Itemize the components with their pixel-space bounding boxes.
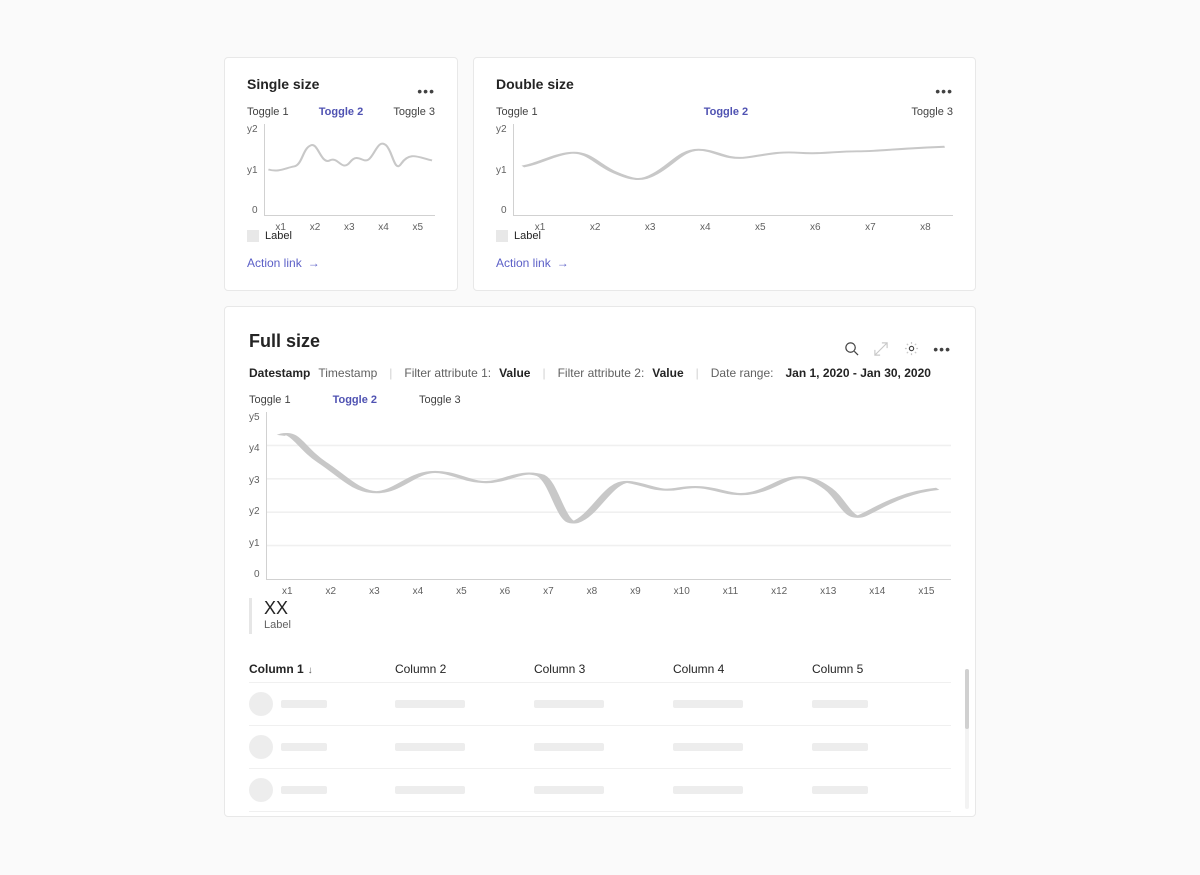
- toggle-2[interactable]: Toggle 2: [319, 106, 363, 118]
- column-header-5[interactable]: Column 5: [812, 662, 951, 676]
- column-header-2[interactable]: Column 2: [395, 662, 534, 676]
- toggle-1[interactable]: Toggle 1: [496, 106, 574, 118]
- avatar-placeholder: [249, 778, 273, 802]
- card-full: Full size ••• Datestamp Timestamp | Filt…: [224, 306, 976, 817]
- action-link[interactable]: Action link →: [247, 256, 320, 270]
- table-row[interactable]: [249, 769, 951, 812]
- filter-datestamp[interactable]: Datestamp: [249, 366, 310, 380]
- filter-bar: Datestamp Timestamp | Filter attribute 1…: [249, 366, 951, 380]
- cell-placeholder: [673, 700, 743, 708]
- action-link[interactable]: Action link →: [496, 256, 569, 270]
- table-row[interactable]: [249, 683, 951, 726]
- cell-placeholder: [812, 786, 868, 794]
- toggle-3[interactable]: Toggle 3: [419, 394, 461, 406]
- cell-placeholder: [281, 700, 327, 708]
- avatar-placeholder: [249, 735, 273, 759]
- chart-double-xaxis: x1 x2 x3 x4 x5 x6 x7 x8: [513, 216, 953, 233]
- chart-single-xaxis: x1 x2 x3 x4 x5: [264, 216, 435, 233]
- column-header-3[interactable]: Column 3: [534, 662, 673, 676]
- filter-attr1-value[interactable]: Value: [499, 366, 530, 380]
- filter-attr2-value[interactable]: Value: [652, 366, 683, 380]
- card-full-title: Full size: [249, 331, 320, 352]
- cell-placeholder: [534, 743, 604, 751]
- cell-placeholder: [395, 743, 465, 751]
- more-icon[interactable]: •••: [417, 83, 435, 99]
- cell-placeholder: [281, 743, 327, 751]
- table-row[interactable]: [249, 726, 951, 769]
- arrow-right-icon: →: [557, 256, 569, 270]
- chart-double-yaxis: y2 y1 0: [496, 124, 513, 216]
- stat-value: XX: [264, 598, 291, 619]
- date-range-value[interactable]: Jan 1, 2020 - Jan 30, 2020: [785, 366, 930, 380]
- scrollbar-thumb[interactable]: [965, 669, 969, 729]
- cell-placeholder: [395, 700, 465, 708]
- chart-full-plot: [266, 412, 951, 580]
- cell-placeholder: [673, 786, 743, 794]
- card-single: Single size ••• Toggle 1 Toggle 2 Toggle…: [224, 57, 458, 291]
- toggle-1[interactable]: Toggle 1: [249, 394, 291, 406]
- chart-single-plot: [264, 124, 435, 216]
- data-table: Column 1↓ Column 2 Column 3 Column 4 Col…: [249, 656, 951, 817]
- filter-attr2-label: Filter attribute 2:: [558, 366, 645, 380]
- column-header-1[interactable]: Column 1↓: [249, 662, 395, 676]
- cell-placeholder: [812, 700, 868, 708]
- more-icon[interactable]: •••: [935, 83, 953, 99]
- toggle-1[interactable]: Toggle 1: [247, 106, 289, 118]
- search-icon[interactable]: [843, 341, 859, 357]
- chart-double-plot: [513, 124, 953, 216]
- cell-placeholder: [534, 786, 604, 794]
- toggle-2[interactable]: Toggle 2: [704, 106, 782, 118]
- card-double-title: Double size: [496, 76, 574, 92]
- table-row[interactable]: [249, 812, 951, 817]
- stat-block: XX Label: [249, 598, 951, 634]
- more-icon[interactable]: •••: [933, 341, 951, 357]
- cell-placeholder: [534, 700, 604, 708]
- avatar-placeholder: [249, 692, 273, 716]
- date-range-label: Date range:: [711, 366, 774, 380]
- gear-icon[interactable]: [903, 341, 919, 357]
- sort-desc-icon: ↓: [308, 665, 313, 676]
- toggle-3[interactable]: Toggle 3: [911, 106, 953, 118]
- cell-placeholder: [281, 786, 327, 794]
- filter-timestamp[interactable]: Timestamp: [318, 366, 377, 380]
- card-double: Double size ••• Toggle 1 Toggle 2 Toggle…: [473, 57, 976, 291]
- toggle-3[interactable]: Toggle 3: [393, 106, 435, 118]
- column-header-4[interactable]: Column 4: [673, 662, 812, 676]
- cell-placeholder: [673, 743, 743, 751]
- toggle-2[interactable]: Toggle 2: [333, 394, 377, 406]
- filter-attr1-label: Filter attribute 1:: [404, 366, 491, 380]
- arrow-right-icon: →: [308, 256, 320, 270]
- legend-swatch: [496, 230, 508, 242]
- card-single-title: Single size: [247, 76, 319, 92]
- chart-full-yaxis: y5 y4 y3 y2 y1 0: [249, 412, 266, 580]
- legend-swatch: [247, 230, 259, 242]
- chart-full-xaxis: x1x2x3x4x5x6x7x8x9x10x11x12x13x14x15: [266, 580, 951, 597]
- cell-placeholder: [812, 743, 868, 751]
- chart-single-yaxis: y2 y1 0: [247, 124, 264, 216]
- expand-icon[interactable]: [873, 341, 889, 357]
- cell-placeholder: [395, 786, 465, 794]
- stat-label: Label: [264, 619, 291, 631]
